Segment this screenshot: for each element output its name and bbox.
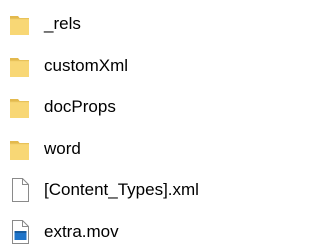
file-item-extra-mov[interactable]: extra.mov — [0, 214, 266, 250]
folder-item-docprops[interactable]: docProps — [0, 89, 266, 125]
file-name: word — [44, 139, 81, 158]
folder-icon — [8, 94, 34, 120]
folder-item-rels[interactable]: _rels — [0, 6, 266, 42]
file-name: [Content_Types].xml — [44, 180, 199, 199]
folder-icon — [8, 53, 34, 79]
file-name: _rels — [44, 14, 81, 33]
folder-item-customxml[interactable]: customXml — [0, 48, 266, 84]
folder-icon — [8, 136, 34, 162]
folder-item-word[interactable]: word — [0, 131, 266, 167]
folder-icon — [8, 11, 34, 37]
file-list: _rels customXml docProps word [Content_T… — [0, 0, 266, 250]
document-icon — [8, 177, 34, 203]
file-name: docProps — [44, 97, 116, 116]
file-name: extra.mov — [44, 222, 119, 241]
file-item-content-types[interactable]: [Content_Types].xml — [0, 172, 266, 208]
video-file-icon — [8, 219, 34, 245]
file-name: customXml — [44, 56, 129, 75]
